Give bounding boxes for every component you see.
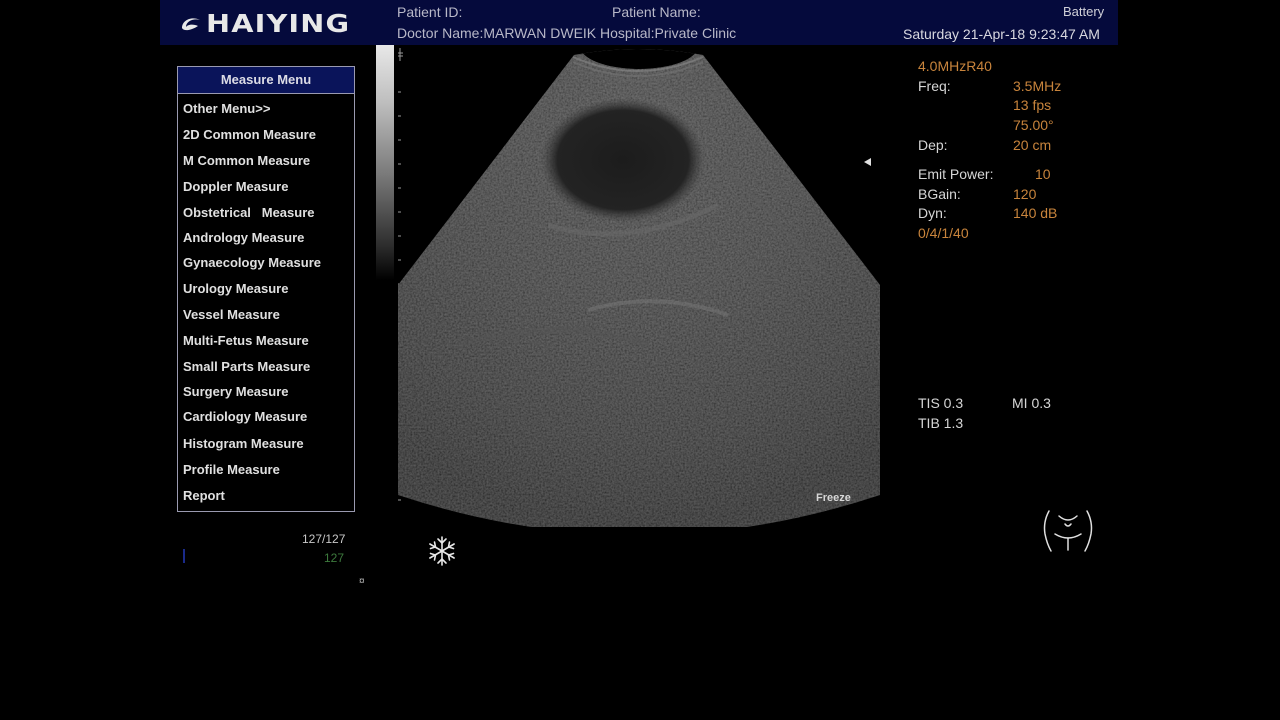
datetime-text: Saturday 21-Apr-18 9:23:47 AM <box>903 26 1100 42</box>
cine-frame-counter: 127/127 <box>302 532 346 546</box>
menu-item-profile[interactable]: Profile Measure <box>183 462 280 477</box>
depth-value: 20 cm <box>1013 137 1052 153</box>
menu-item-report[interactable]: Report <box>183 488 225 503</box>
grayscale-bar <box>376 45 394 280</box>
battery-label: Battery <box>1063 4 1105 19</box>
mi-value: MI 0.3 <box>1012 395 1051 411</box>
menu-item-2d-common[interactable]: 2D Common Measure <box>183 127 316 142</box>
tis-value: TIS 0.3 <box>918 395 964 411</box>
menu-item-small-parts[interactable]: Small Parts Measure <box>183 359 310 374</box>
menu-item-obstetrical[interactable]: Obstetrical Measure <box>183 205 315 220</box>
angle-value: 75.00° <box>1013 117 1054 133</box>
depth-label: Dep: <box>918 137 948 153</box>
cine-marker: ¤ <box>359 576 365 587</box>
emit-power-label: Emit Power: <box>918 166 994 182</box>
menu-item-gynaecology[interactable]: Gynaecology Measure <box>183 255 321 270</box>
patient-name-label: Patient Name: <box>612 4 701 20</box>
freeze-label: Freeze <box>816 492 851 504</box>
ultrasound-image[interactable] <box>398 45 880 527</box>
process-value: 0/4/1/40 <box>918 225 969 241</box>
fps-value: 13 fps <box>1013 97 1052 113</box>
menu-item-m-common[interactable]: M Common Measure <box>183 153 310 168</box>
snowflake-icon <box>429 536 455 566</box>
body-mark-icon[interactable] <box>1041 508 1095 554</box>
menu-item-urology[interactable]: Urology Measure <box>183 281 288 296</box>
bgain-label: BGain: <box>918 186 961 202</box>
menu-item-surgery[interactable]: Surgery Measure <box>183 384 289 399</box>
header-bar: HAIYING Patient ID: Patient Name: Doctor… <box>160 0 1118 45</box>
menu-item-vessel[interactable]: Vessel Measure <box>183 307 280 322</box>
haiying-logo-icon <box>182 18 200 31</box>
menu-item-multi-fetus[interactable]: Multi-Fetus Measure <box>183 333 309 348</box>
focus-marker-icon <box>864 158 871 166</box>
measure-menu-title: Measure Menu <box>178 67 354 94</box>
dyn-value: 140 dB <box>1013 205 1058 221</box>
doctor-hospital-text: Doctor Name:MARWAN DWEIK Hospital:Privat… <box>397 25 737 41</box>
probe-info: 4.0MHzR40 <box>918 58 992 74</box>
freq-label: Freq: <box>918 78 951 94</box>
menu-item-other-menu[interactable]: Other Menu>> <box>183 101 270 116</box>
cine-current-frame: 127 <box>324 551 345 565</box>
menu-item-histogram[interactable]: Histogram Measure <box>183 436 304 451</box>
menu-item-cardiology[interactable]: Cardiology Measure <box>183 409 307 424</box>
emit-power-value: 10 <box>1035 166 1051 182</box>
bgain-value: 120 <box>1013 186 1037 202</box>
menu-item-andrology[interactable]: Andrology Measure <box>183 230 304 245</box>
haiying-logo: HAIYING <box>178 9 349 38</box>
freq-value: 3.5MHz <box>1013 78 1062 94</box>
cine-progress-indicator <box>183 549 185 563</box>
logo-text: HAIYING <box>206 8 351 38</box>
patient-id-label: Patient ID: <box>397 4 463 20</box>
dyn-label: Dyn: <box>918 205 947 221</box>
tib-value: TIB 1.3 <box>918 415 964 431</box>
measure-menu: Measure Menu Other Menu>> 2D Common Meas… <box>177 66 355 512</box>
menu-item-doppler[interactable]: Doppler Measure <box>183 179 288 194</box>
